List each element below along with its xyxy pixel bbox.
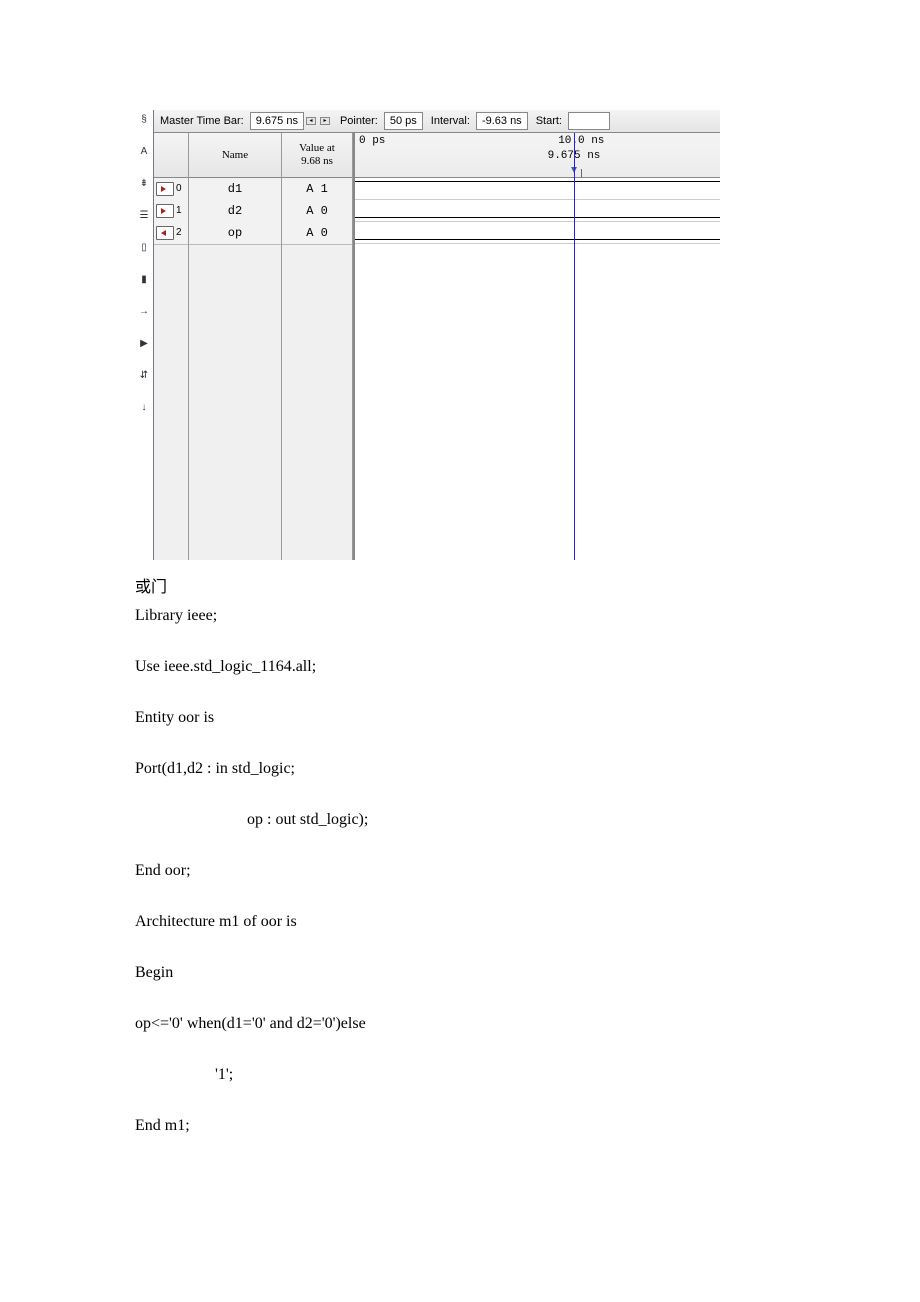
interval-value: -9.63 ns [476,112,528,130]
time-toolbar: Master Time Bar: 9.675 ns ◂ ▸ Pointer: 5… [154,110,720,133]
waveform-row[interactable] [355,178,720,200]
name-header: Name [189,133,281,178]
pointer-value: 50 ps [384,112,423,130]
start-label: Start: [530,115,568,127]
signal-value: A 1 [282,178,352,200]
tool-icon[interactable]: ⇵ [137,368,151,382]
doc-line: End m1; [135,1113,735,1139]
tool-icon[interactable]: § [137,112,151,126]
signal-deck: 0 1 2 Name [154,133,355,560]
doc-line: op<='0' when(d1='0' and d2='0')else [135,1011,735,1037]
doc-line: Port(d1,d2 : in std_logic; [135,756,735,782]
waveform-rows [355,178,720,244]
start-value[interactable] [568,112,610,130]
doc-line: Architecture m1 of oor is [135,909,735,935]
waveform-window: § A ⇟ ☰ ▯ ▮ → ▶ ⇵ ↓ Master Time Bar: 9.6… [135,110,720,560]
time-spinner[interactable]: ▸ [320,117,330,125]
doc-line: 或门 [135,575,735,601]
signal-index[interactable]: 2 [154,222,188,244]
arrow-down-icon[interactable]: ↓ [137,400,151,414]
output-pin-icon [156,226,174,240]
signal-index[interactable]: 0 [154,178,188,200]
time-cursor[interactable] [574,133,575,560]
signal-high [355,181,720,182]
doc-line: Use ieee.std_logic_1164.all; [135,654,735,680]
signal-value: A 0 [282,222,352,244]
value-header: Value at 9.68 ns [282,133,352,178]
ruler-tick [581,169,582,177]
signal-value: A 0 [282,200,352,222]
time-ruler[interactable]: 0 ps 10.0 ns 9.675 ns [355,133,720,178]
waveform-row[interactable] [355,200,720,222]
signal-name[interactable]: d1 [189,178,281,200]
pointer-label: Pointer: [334,115,384,127]
index-header [154,133,188,178]
doc-line: op : out std_logic); [135,807,735,833]
tool-icon[interactable]: ⇟ [137,176,151,190]
signal-low [355,239,720,240]
tool-icon[interactable]: ▯ [137,240,151,254]
toolbar-left: § A ⇟ ☰ ▯ ▮ → ▶ ⇵ ↓ [135,110,153,560]
tool-icon[interactable]: A [137,144,151,158]
ruler-zero: 0 ps [359,135,385,147]
play-icon[interactable]: ▶ [137,336,151,350]
doc-line: Entity oor is [135,705,735,731]
ruler-tick-label: 10.0 ns [558,135,604,147]
waveform-row[interactable] [355,222,720,244]
doc-line: End oor; [135,858,735,884]
doc-line: Begin [135,960,735,986]
doc-line: Library ieee; [135,603,735,629]
signal-name[interactable]: d2 [189,200,281,222]
signal-low [355,217,720,218]
doc-line: '1'; [135,1062,735,1088]
waveform-area[interactable]: 0 ps 10.0 ns 9.675 ns [355,133,720,560]
input-pin-icon [156,204,174,218]
signal-index[interactable]: 1 [154,200,188,222]
tool-icon[interactable]: ☰ [137,208,151,222]
tool-icon[interactable]: ▮ [137,272,151,286]
master-time-value[interactable]: 9.675 ns [250,112,304,130]
time-spinner[interactable]: ◂ [306,117,316,125]
spin-left-icon[interactable]: ◂ [306,117,316,125]
interval-label: Interval: [425,115,476,127]
code-document: 或门 Library ieee; Use ieee.std_logic_1164… [135,575,735,1139]
master-time-label: Master Time Bar: [154,115,250,127]
input-pin-icon [156,182,174,196]
signal-name[interactable]: op [189,222,281,244]
arrow-right-icon[interactable]: → [137,304,151,318]
spin-right-icon[interactable]: ▸ [320,117,330,125]
